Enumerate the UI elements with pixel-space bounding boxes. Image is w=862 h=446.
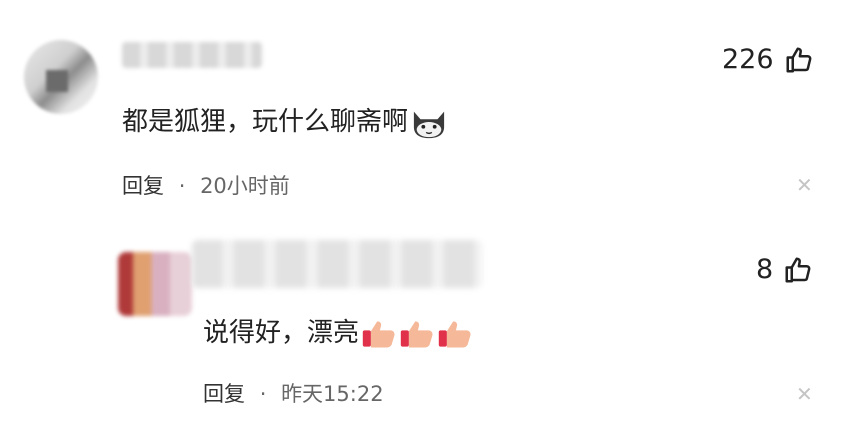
like-count: 226 [722,44,774,75]
thumbs-up-emoji-icon [400,320,433,347]
close-icon[interactable]: ✕ [796,173,813,197]
thumbs-up-icon[interactable] [783,255,813,285]
username-blurred[interactable] [122,42,262,68]
meta-separator: · [178,174,186,198]
reply-avatar[interactable] [118,252,192,316]
reply-content: 说得好，漂亮 [203,312,473,351]
reply-time: 昨天15:22 [281,382,384,406]
reply-username-blurred[interactable] [192,240,482,288]
close-icon[interactable]: ✕ [796,382,813,406]
thumbs-up-emoji-icon [362,320,395,347]
reply-text: 说得好，漂亮 [203,318,360,348]
meta-separator: · [259,382,267,406]
avatar[interactable] [24,40,98,114]
comment-content: 都是狐狸，玩什么聊斋啊 [122,101,448,140]
comment-text: 都是狐狸，玩什么聊斋啊 [122,107,409,137]
reply-button[interactable]: 回复 [203,382,245,406]
thumbs-up-icon[interactable] [784,45,814,75]
reply-meta: 回复 · 昨天15:22 [203,378,384,408]
like-control[interactable]: 226 [722,44,814,75]
reply-button[interactable]: 回复 [122,174,164,198]
thumbs-up-emoji-icon [438,320,471,347]
comment-time: 20小时前 [200,174,290,198]
reply-like-count: 8 [756,254,774,285]
cat-face-emoji-icon [413,111,445,138]
reply-like-control[interactable]: 8 [756,254,813,285]
comment-meta: 回复 · 20小时前 [122,170,290,200]
